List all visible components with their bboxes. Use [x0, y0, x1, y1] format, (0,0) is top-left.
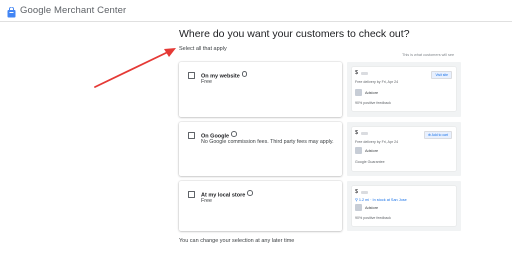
- info-icon[interactable]: [241, 71, 248, 77]
- option-description: Free: [201, 198, 212, 204]
- location-line: ⚲ 1.2 mi · In stock at San Jose: [355, 197, 407, 202]
- top-app-bar: Google Merchant Center: [0, 0, 512, 22]
- preview-local-store: $ ⚲ 1.2 mi · In stock at San Jose Adstor…: [347, 181, 461, 231]
- merchant-center-logo-icon[interactable]: [7, 5, 16, 18]
- option-description: Free: [201, 79, 212, 85]
- preview-meta: 90% positive feedback: [355, 216, 391, 220]
- preview-website: $ Visit site Free delivery by Fri, Apr 2…: [347, 62, 461, 117]
- local-store-checkbox[interactable]: [188, 191, 195, 198]
- preview-price: $: [355, 189, 359, 195]
- preview-card: $ ⊕ Add to cart Free delivery by Fri, Ap…: [352, 127, 456, 171]
- preview-card: $ Visit site Free delivery by Fri, Apr 2…: [352, 67, 456, 111]
- footer-note: You can change your selection at any lat…: [179, 238, 295, 244]
- preview-store: Adstore: [365, 91, 379, 95]
- page-title: Where do you want your customers to chec…: [179, 28, 410, 40]
- info-icon[interactable]: [247, 190, 253, 196]
- option-card-google[interactable]: On Google No Google commission fees. Thi…: [179, 122, 342, 176]
- preview-google: $ ⊕ Add to cart Free delivery by Fri, Ap…: [347, 122, 461, 176]
- add-to-cart-button: ⊕ Add to cart: [423, 131, 452, 139]
- price-placeholder: [361, 191, 368, 194]
- price-placeholder: [361, 72, 368, 75]
- preview-note: This is what customers will see: [402, 53, 455, 57]
- preview-meta: Google Guarantee: [355, 160, 385, 164]
- store-thumbnail: [355, 147, 362, 154]
- store-thumbnail: [355, 204, 362, 211]
- app-title: Google Merchant Center: [20, 5, 127, 16]
- price-placeholder: [361, 132, 368, 135]
- google-checkbox[interactable]: [188, 132, 195, 139]
- option-card-local-store[interactable]: At my local store Free: [179, 181, 342, 231]
- preview-store: Adstore: [365, 149, 379, 153]
- preview-price: $: [355, 130, 359, 136]
- preview-delivery: Free delivery by Fri, Apr 24: [355, 140, 399, 144]
- add-to-cart-label: Add to cart: [431, 133, 448, 137]
- info-icon[interactable]: [231, 131, 237, 137]
- select-all-hint: Select all that apply: [179, 46, 227, 52]
- preview-card: $ ⚲ 1.2 mi · In stock at San Jose Adstor…: [352, 186, 456, 226]
- visit-site-button: Visit site: [431, 71, 452, 79]
- website-checkbox[interactable]: [188, 72, 195, 79]
- preview-meta: 90% positive feedback: [355, 101, 391, 105]
- preview-location: 1.2 mi · In stock at San Jose: [358, 198, 407, 202]
- annotation-arrow: [94, 48, 176, 88]
- option-description: No Google commission fees. Third party f…: [201, 139, 334, 145]
- option-card-website[interactable]: On my website Free: [179, 62, 342, 117]
- preview-delivery: Free delivery by Fri, Apr 24: [355, 80, 399, 84]
- preview-price: $: [355, 70, 359, 76]
- store-thumbnail: [355, 89, 362, 96]
- preview-store: Adstore: [365, 206, 379, 210]
